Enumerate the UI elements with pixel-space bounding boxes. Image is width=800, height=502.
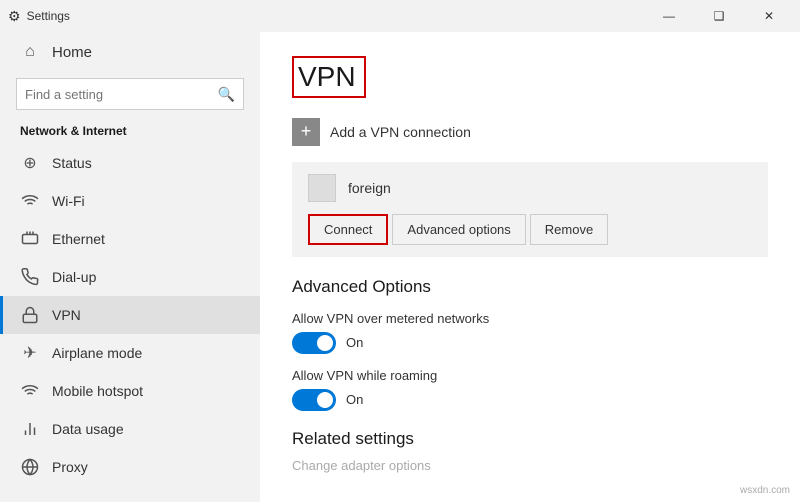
- sidebar-item-datausage[interactable]: Data usage: [0, 410, 260, 448]
- app-body: ⌂ Home 🔍 Network & Internet ⊕ Status Wi-…: [0, 32, 800, 502]
- page-title: VPN: [292, 56, 366, 98]
- sidebar-item-label: Ethernet: [52, 231, 105, 247]
- datausage-icon: [20, 419, 40, 439]
- ethernet-icon: [20, 229, 40, 249]
- maximize-button[interactable]: ❑: [696, 0, 742, 32]
- sidebar-item-label: VPN: [52, 307, 81, 323]
- vpn-actions: Connect Advanced options Remove: [308, 214, 752, 245]
- related-settings-heading: Related settings: [292, 429, 768, 449]
- title-bar: ⚙ Settings — ❑ ✕: [0, 0, 800, 32]
- sidebar: ⌂ Home 🔍 Network & Internet ⊕ Status Wi-…: [0, 32, 260, 502]
- roaming-toggle-text: On: [346, 392, 363, 407]
- metered-toggle-switch[interactable]: [292, 332, 336, 354]
- title-bar-controls: — ❑ ✕: [646, 0, 792, 32]
- search-icon: 🔍: [210, 86, 243, 103]
- sidebar-item-hotspot[interactable]: Mobile hotspot: [0, 372, 260, 410]
- roaming-toggle-control: On: [292, 389, 768, 411]
- sidebar-item-dialup[interactable]: Dial-up: [0, 258, 260, 296]
- roaming-toggle-switch[interactable]: [292, 389, 336, 411]
- wifi-icon: [20, 191, 40, 211]
- sidebar-item-label: Wi-Fi: [52, 193, 85, 209]
- sidebar-section-title: Network & Internet: [0, 120, 260, 144]
- add-vpn-button[interactable]: + Add a VPN connection: [292, 118, 471, 146]
- sidebar-item-vpn[interactable]: VPN: [0, 296, 260, 334]
- remove-button[interactable]: Remove: [530, 214, 608, 245]
- roaming-toggle-row: Allow VPN while roaming On: [292, 368, 768, 411]
- advanced-options-heading: Advanced Options: [292, 277, 768, 297]
- main-content: VPN + Add a VPN connection foreign Conne…: [260, 32, 800, 502]
- search-input[interactable]: [17, 87, 210, 102]
- airplane-icon: ✈: [20, 343, 40, 363]
- change-adapter-link[interactable]: Change adapter options: [292, 458, 431, 473]
- sidebar-item-airplane[interactable]: ✈ Airplane mode: [0, 334, 260, 372]
- vpn-icon: [20, 305, 40, 325]
- metered-toggle-row: Allow VPN over metered networks On: [292, 311, 768, 354]
- roaming-label: Allow VPN while roaming: [292, 368, 768, 383]
- minimize-button[interactable]: —: [646, 0, 692, 32]
- hotspot-icon: [20, 381, 40, 401]
- close-button[interactable]: ✕: [746, 0, 792, 32]
- sidebar-item-status[interactable]: ⊕ Status: [0, 144, 260, 182]
- plus-icon: +: [292, 118, 320, 146]
- watermark: wsxdn.com: [740, 485, 790, 496]
- vpn-name: foreign: [348, 180, 391, 196]
- home-icon: ⌂: [20, 42, 40, 62]
- vpn-connection-header: foreign: [308, 174, 752, 202]
- metered-toggle-control: On: [292, 332, 768, 354]
- settings-icon: ⚙: [8, 8, 21, 25]
- sidebar-item-wifi[interactable]: Wi-Fi: [0, 182, 260, 220]
- title-bar-title: Settings: [27, 9, 70, 23]
- add-vpn-label: Add a VPN connection: [330, 124, 471, 140]
- status-icon: ⊕: [20, 153, 40, 173]
- dialup-icon: [20, 267, 40, 287]
- connect-button[interactable]: Connect: [308, 214, 388, 245]
- advanced-options-button[interactable]: Advanced options: [392, 214, 525, 245]
- sidebar-home[interactable]: ⌂ Home: [0, 32, 260, 72]
- sidebar-item-label: Mobile hotspot: [52, 383, 143, 399]
- vpn-connection-card: foreign Connect Advanced options Remove: [292, 162, 768, 257]
- sidebar-item-label: Dial-up: [52, 269, 96, 285]
- metered-label: Allow VPN over metered networks: [292, 311, 768, 326]
- title-bar-left: ⚙ Settings: [8, 8, 70, 25]
- search-box[interactable]: 🔍: [16, 78, 244, 110]
- sidebar-item-label: Proxy: [52, 459, 88, 475]
- vpn-thumbnail: [308, 174, 336, 202]
- proxy-icon: [20, 457, 40, 477]
- sidebar-item-label: Status: [52, 155, 92, 171]
- sidebar-item-label: Airplane mode: [52, 345, 142, 361]
- sidebar-item-ethernet[interactable]: Ethernet: [0, 220, 260, 258]
- home-label: Home: [52, 44, 92, 61]
- metered-toggle-text: On: [346, 335, 363, 350]
- sidebar-item-proxy[interactable]: Proxy: [0, 448, 260, 486]
- sidebar-item-label: Data usage: [52, 421, 124, 437]
